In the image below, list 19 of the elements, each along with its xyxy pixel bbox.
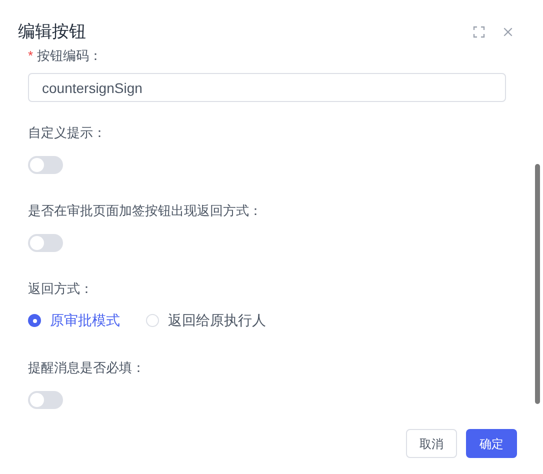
radio-label[interactable]: 返回给原执行人 [168,310,266,331]
field-label: 自定义提示： [28,124,106,142]
radio-label[interactable]: 原审批模式 [50,310,120,331]
field-label: 是否在审批页面加签按钮出现返回方式： [28,202,262,220]
cancel-button[interactable]: 取消 [406,429,457,458]
field-label: 提醒消息是否必填： [28,359,145,377]
close-icon[interactable] [501,25,515,39]
toggle-switch[interactable] [28,156,63,174]
fullscreen-icon[interactable] [473,26,485,38]
toggle-switch[interactable] [28,234,63,252]
radio-button[interactable] [146,314,159,327]
text-field[interactable]: countersignSign [28,73,506,102]
dialog-title: 编辑按钮 [18,21,86,44]
toggle-switch[interactable] [28,391,63,409]
confirm-button[interactable]: 确定 [466,429,517,458]
field-label: 返回方式： [28,280,93,298]
radio-button[interactable] [28,314,41,327]
required-mark: * [28,47,34,65]
field-label: 按钮编码： [37,47,102,65]
